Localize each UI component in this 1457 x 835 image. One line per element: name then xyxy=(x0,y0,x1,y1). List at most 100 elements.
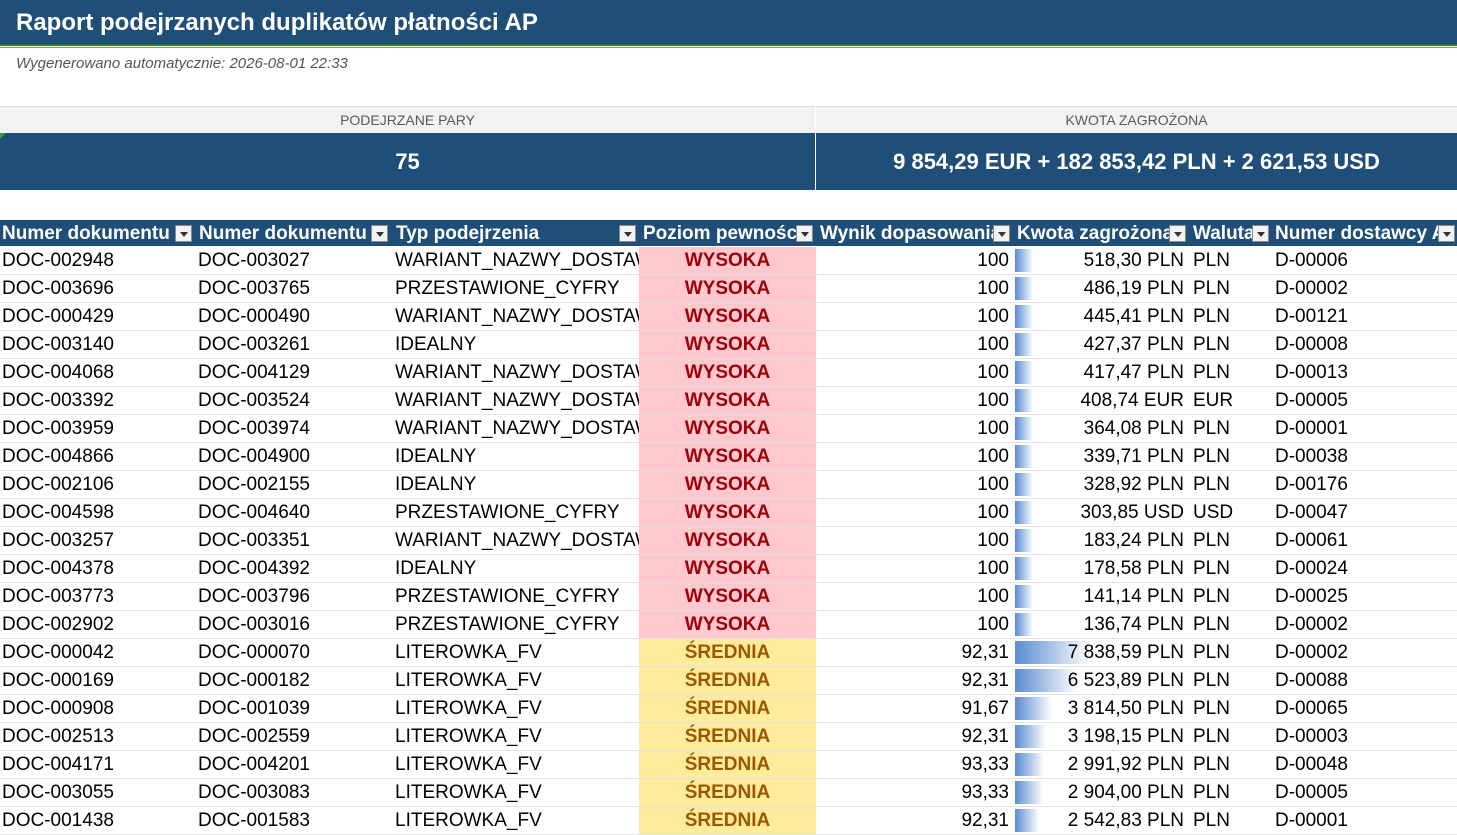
cell-currency[interactable]: PLN xyxy=(1193,807,1271,834)
cell-type[interactable]: WARIANT_NAZWY_DOSTAWCY xyxy=(395,527,639,554)
cell-score[interactable]: 100 xyxy=(816,555,1012,582)
cell-doc-a[interactable]: DOC-002106 xyxy=(2,471,196,498)
cell-score[interactable]: 100 xyxy=(816,303,1012,330)
cell-vendor[interactable]: D-00008 xyxy=(1275,331,1457,358)
table-row[interactable]: DOC-002948 DOC-003027 WARIANT_NAZWY_DOSTA W… xyxy=(0,247,1457,275)
cell-vendor[interactable]: D-00038 xyxy=(1275,443,1457,470)
table-row[interactable]: DOC-003140 DOC-003261 IDEALNY WYSOKA 100 427,… xyxy=(0,331,1457,359)
cell-doc-a[interactable]: DOC-003392 xyxy=(2,387,196,414)
cell-doc-a[interactable]: DOC-003257 xyxy=(2,527,196,554)
table-row[interactable]: DOC-003055 DOC-003083 LITEROWKA_FV ŚREDNIA 9… xyxy=(0,779,1457,807)
cell-currency[interactable]: USD xyxy=(1193,499,1271,526)
header-cell-doc-a[interactable]: Numer dokumentu A xyxy=(0,220,196,246)
cell-doc-b[interactable]: DOC-003083 xyxy=(198,779,392,806)
cell-level[interactable]: ŚREDNIA xyxy=(639,807,816,834)
cell-doc-b[interactable]: DOC-001039 xyxy=(198,695,392,722)
cell-amount[interactable]: 518,30 PLN xyxy=(1014,247,1187,274)
cell-currency[interactable]: PLN xyxy=(1193,779,1271,806)
cell-currency[interactable]: PLN xyxy=(1193,359,1271,386)
cell-doc-b[interactable]: DOC-003974 xyxy=(198,415,392,442)
cell-doc-a[interactable]: DOC-002948 xyxy=(2,247,196,274)
cell-level[interactable]: WYSOKA xyxy=(639,527,816,554)
cell-vendor[interactable]: D-00024 xyxy=(1275,555,1457,582)
filter-dropdown-icon[interactable] xyxy=(371,225,388,242)
cell-currency[interactable]: PLN xyxy=(1193,611,1271,638)
cell-currency[interactable]: PLN xyxy=(1193,695,1271,722)
cell-amount[interactable]: 364,08 PLN xyxy=(1014,415,1187,442)
cell-doc-a[interactable]: DOC-004068 xyxy=(2,359,196,386)
cell-level[interactable]: ŚREDNIA xyxy=(639,695,816,722)
cell-score[interactable]: 100 xyxy=(816,471,1012,498)
table-row[interactable]: DOC-003257 DOC-003351 WARIANT_NAZWY_DOSTA W… xyxy=(0,527,1457,555)
cell-doc-a[interactable]: DOC-004171 xyxy=(2,751,196,778)
cell-type[interactable]: IDEALNY xyxy=(395,471,639,498)
cell-doc-b[interactable]: DOC-004129 xyxy=(198,359,392,386)
cell-level[interactable]: WYSOKA xyxy=(639,387,816,414)
cell-amount[interactable]: 2 904,00 PLN xyxy=(1014,779,1187,806)
cell-amount[interactable]: 339,71 PLN xyxy=(1014,443,1187,470)
cell-doc-b[interactable]: DOC-003796 xyxy=(198,583,392,610)
cell-level[interactable]: WYSOKA xyxy=(639,583,816,610)
cell-score[interactable]: 100 xyxy=(816,331,1012,358)
cell-vendor[interactable]: D-00176 xyxy=(1275,471,1457,498)
filter-dropdown-icon[interactable] xyxy=(175,225,192,242)
cell-level[interactable]: WYSOKA xyxy=(639,275,816,302)
cell-amount[interactable]: 3 198,15 PLN xyxy=(1014,723,1187,750)
cell-doc-a[interactable]: DOC-003055 xyxy=(2,779,196,806)
cell-score[interactable]: 100 xyxy=(816,359,1012,386)
cell-vendor[interactable]: D-00002 xyxy=(1275,611,1457,638)
cell-score[interactable]: 100 xyxy=(816,275,1012,302)
cell-type[interactable]: LITEROWKA_FV xyxy=(395,779,639,806)
cell-currency[interactable]: PLN xyxy=(1193,331,1271,358)
cell-doc-a[interactable]: DOC-004378 xyxy=(2,555,196,582)
cell-vendor[interactable]: D-00047 xyxy=(1275,499,1457,526)
cell-type[interactable]: LITEROWKA_FV xyxy=(395,807,639,834)
cell-score[interactable]: 92,31 xyxy=(816,807,1012,834)
cell-amount[interactable]: 328,92 PLN xyxy=(1014,471,1187,498)
cell-amount[interactable]: 2 991,92 PLN xyxy=(1014,751,1187,778)
cell-amount[interactable]: 417,47 PLN xyxy=(1014,359,1187,386)
cell-vendor[interactable]: D-00048 xyxy=(1275,751,1457,778)
cell-amount[interactable]: 303,85 USD xyxy=(1014,499,1187,526)
cell-doc-a[interactable]: DOC-004866 xyxy=(2,443,196,470)
cell-level[interactable]: WYSOKA xyxy=(639,611,816,638)
cell-doc-a[interactable]: DOC-000042 xyxy=(2,639,196,666)
cell-doc-b[interactable]: DOC-004640 xyxy=(198,499,392,526)
cell-level[interactable]: WYSOKA xyxy=(639,443,816,470)
cell-score[interactable]: 92,31 xyxy=(816,639,1012,666)
cell-currency[interactable]: PLN xyxy=(1193,443,1271,470)
kpi-amount-value[interactable]: 9 854,29 EUR + 182 853,42 PLN + 2 621,53… xyxy=(816,133,1457,190)
cell-level[interactable]: ŚREDNIA xyxy=(639,639,816,666)
cell-score[interactable]: 93,33 xyxy=(816,751,1012,778)
cell-amount[interactable]: 445,41 PLN xyxy=(1014,303,1187,330)
cell-amount[interactable]: 3 814,50 PLN xyxy=(1014,695,1187,722)
table-row[interactable]: DOC-004171 DOC-004201 LITEROWKA_FV ŚREDNIA 9… xyxy=(0,751,1457,779)
cell-amount[interactable]: 136,74 PLN xyxy=(1014,611,1187,638)
cell-type[interactable]: WARIANT_NAZWY_DOSTAWCY xyxy=(395,387,639,414)
cell-doc-a[interactable]: DOC-000429 xyxy=(2,303,196,330)
filter-dropdown-icon[interactable] xyxy=(1169,225,1186,242)
cell-amount[interactable]: 408,74 EUR xyxy=(1014,387,1187,414)
cell-level[interactable]: ŚREDNIA xyxy=(639,667,816,694)
cell-score[interactable]: 100 xyxy=(816,247,1012,274)
header-cell-amount[interactable]: Kwota zagrożona xyxy=(1015,220,1191,246)
cell-vendor[interactable]: D-00002 xyxy=(1275,639,1457,666)
cell-score[interactable]: 100 xyxy=(816,499,1012,526)
cell-doc-a[interactable]: DOC-000169 xyxy=(2,667,196,694)
cell-level[interactable]: WYSOKA xyxy=(639,555,816,582)
cell-doc-b[interactable]: DOC-003765 xyxy=(198,275,392,302)
table-row[interactable]: DOC-002513 DOC-002559 LITEROWKA_FV ŚREDNIA 9… xyxy=(0,723,1457,751)
table-row[interactable]: DOC-004866 DOC-004900 IDEALNY WYSOKA 100 339,… xyxy=(0,443,1457,471)
cell-type[interactable]: WARIANT_NAZWY_DOSTAWCY xyxy=(395,247,639,274)
cell-type[interactable]: WARIANT_NAZWY_DOSTAWCY xyxy=(395,303,639,330)
cell-currency[interactable]: PLN xyxy=(1193,639,1271,666)
cell-vendor[interactable]: D-00002 xyxy=(1275,275,1457,302)
cell-score[interactable]: 93,33 xyxy=(816,779,1012,806)
cell-type[interactable]: PRZESTAWIONE_CYFRY xyxy=(395,583,639,610)
cell-level[interactable]: WYSOKA xyxy=(639,359,816,386)
table-row[interactable]: DOC-000429 DOC-000490 WARIANT_NAZWY_DOSTA W… xyxy=(0,303,1457,331)
filter-dropdown-icon[interactable] xyxy=(619,225,636,242)
table-row[interactable]: DOC-002106 DOC-002155 IDEALNY WYSOKA 100 328,… xyxy=(0,471,1457,499)
cell-vendor[interactable]: D-00088 xyxy=(1275,667,1457,694)
cell-type[interactable]: PRZESTAWIONE_CYFRY xyxy=(395,275,639,302)
